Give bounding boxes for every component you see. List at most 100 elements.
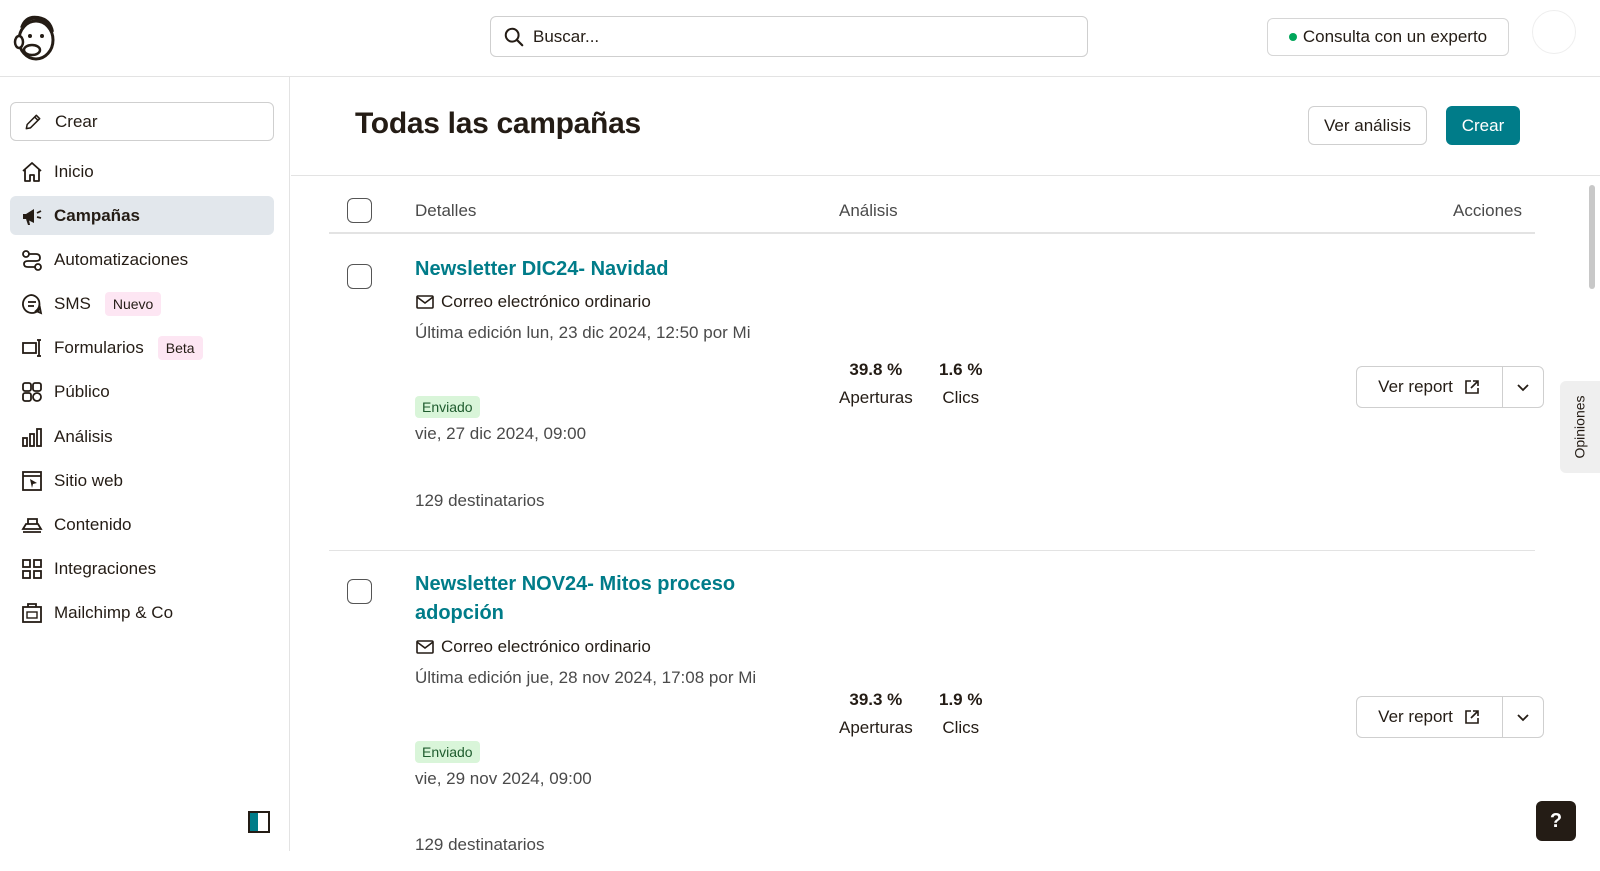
sidebar-item-label: Mailchimp & Co — [54, 603, 174, 623]
column-header-actions: Acciones — [1453, 201, 1522, 220]
sidebar: Crear Inicio Campañas Automatizaciones S… — [0, 77, 290, 851]
report-options-dropdown[interactable] — [1503, 367, 1543, 407]
sidebar-item-label: Campañas — [54, 205, 140, 225]
sidebar-item-label: Público — [54, 382, 110, 402]
sms-icon — [22, 294, 43, 315]
forms-icon — [22, 339, 41, 358]
envelope-icon — [416, 295, 434, 309]
sidebar-item-formularios[interactable]: Formularios Beta — [10, 329, 274, 368]
content-icon — [21, 518, 43, 533]
sidebar-create-button[interactable]: Crear — [10, 102, 274, 141]
scrollbar-thumb[interactable] — [1589, 185, 1595, 289]
table-header: Detalles Análisis Acciones — [329, 187, 1535, 234]
report-options-dropdown[interactable] — [1503, 697, 1543, 737]
last-edited: Última edición lun, 23 dic 2024, 12:50 p… — [415, 323, 751, 342]
table-row: Newsletter DIC24- Navidad Correo electró… — [329, 236, 1544, 551]
opens-metric: 39.3 % Aperturas — [839, 690, 913, 738]
header-divider — [291, 175, 1600, 176]
recipients-count: 129 destinatarios — [415, 835, 545, 854]
sidebar-item-campanas[interactable]: Campañas — [10, 196, 274, 236]
clicks-value: 1.9 % — [939, 690, 983, 709]
view-analysis-button[interactable]: Ver análisis — [1308, 106, 1427, 145]
opens-value: 39.8 % — [849, 360, 903, 379]
status-badge: Enviado — [415, 741, 480, 763]
new-badge: Nuevo — [104, 292, 162, 317]
view-report-button[interactable]: Ver report — [1357, 367, 1503, 407]
sent-date: vie, 27 dic 2024, 09:00 — [415, 424, 587, 443]
report-button-group: Ver report — [1356, 366, 1544, 408]
feedback-tab[interactable]: Opiniones — [1560, 381, 1600, 473]
consult-expert-label: Consulta con un experto — [1302, 27, 1488, 46]
row-checkbox[interactable] — [347, 264, 372, 289]
clicks-metric: 1.6 % Clics — [939, 360, 982, 408]
select-all-checkbox[interactable] — [347, 198, 372, 223]
chevron-down-icon — [1517, 714, 1529, 722]
opens-value: 39.3 % — [849, 690, 903, 709]
table-row: Newsletter NOV24- Mitos proceso adopción… — [329, 551, 1544, 871]
sidebar-item-integraciones[interactable]: Integraciones — [10, 550, 274, 589]
column-header-analysis: Análisis — [839, 201, 898, 220]
sent-date: vie, 29 nov 2024, 09:00 — [415, 769, 592, 788]
chevron-down-icon — [1517, 384, 1529, 392]
view-report-label: Ver report — [1378, 377, 1453, 396]
sidebar-item-inicio[interactable]: Inicio — [10, 152, 274, 191]
sidebar-item-label: Automatizaciones — [54, 249, 189, 269]
sidebar-item-contenido[interactable]: Contenido — [10, 506, 274, 545]
sidebar-item-sitio-web[interactable]: Sitio web — [10, 461, 274, 500]
campaign-type-label: Correo electrónico ordinario — [441, 637, 651, 656]
campaign-type-label: Correo electrónico ordinario — [441, 292, 651, 311]
row-checkbox[interactable] — [347, 579, 372, 604]
avatar[interactable] — [1532, 10, 1576, 54]
collapse-sidebar-icon[interactable] — [248, 811, 270, 833]
view-report-label: Ver report — [1378, 707, 1453, 726]
search-input[interactable] — [533, 26, 1073, 47]
sidebar-item-label: SMS — [54, 294, 91, 314]
sidebar-item-label: Análisis — [54, 426, 113, 446]
sidebar-item-analisis[interactable]: Análisis — [10, 417, 274, 456]
megaphone-icon — [23, 208, 42, 225]
sidebar-item-label: Formularios — [54, 338, 144, 358]
search-icon — [504, 27, 524, 46]
campaign-title-line: adopción — [415, 602, 504, 624]
campaign-type: Correo electrónico ordinario — [415, 292, 651, 312]
sidebar-item-sms[interactable]: SMS Nuevo — [10, 285, 274, 324]
pencil-icon — [25, 114, 41, 129]
campaign-title-link[interactable]: Newsletter NOV24- Mitos proceso adopción — [415, 570, 735, 628]
mailchimp-co-icon — [22, 603, 42, 624]
recipients-count: 129 destinatarios — [415, 491, 545, 510]
website-icon — [22, 470, 42, 491]
home-icon — [22, 161, 42, 182]
external-link-icon — [1465, 710, 1479, 724]
column-header-details: Detalles — [415, 201, 477, 220]
sidebar-item-label: Contenido — [54, 515, 132, 534]
sidebar-item-automatizaciones[interactable]: Automatizaciones — [10, 240, 274, 279]
sidebar-item-mailchimp-co[interactable]: Mailchimp & Co — [10, 594, 274, 633]
clicks-metric: 1.9 % Clics — [939, 690, 982, 738]
report-button-group: Ver report — [1356, 696, 1544, 738]
clicks-value: 1.6 % — [939, 360, 983, 379]
main-content: Todas las campañas Ver análisis Crear De… — [291, 77, 1600, 854]
create-campaign-button[interactable]: Crear — [1446, 106, 1520, 145]
search-box[interactable] — [490, 16, 1088, 57]
integrations-icon — [22, 559, 42, 580]
online-status-dot — [1288, 33, 1297, 41]
opens-label: Aperturas — [839, 718, 913, 737]
sidebar-nav: Inicio Campañas Automatizaciones SMS Nue… — [10, 152, 274, 638]
status-badge: Enviado — [415, 396, 480, 418]
feedback-tab-label: Opiniones — [1572, 395, 1589, 459]
consult-expert-button[interactable]: Consulta con un experto — [1267, 18, 1509, 56]
sidebar-item-label: Inicio — [54, 161, 94, 181]
mailchimp-logo-icon[interactable] — [12, 14, 58, 62]
envelope-icon — [416, 640, 434, 654]
sidebar-item-label: Sitio web — [54, 470, 123, 490]
help-button[interactable]: ? — [1536, 801, 1576, 841]
view-report-button[interactable]: Ver report — [1357, 697, 1503, 737]
automation-icon — [22, 249, 42, 271]
clicks-label: Clics — [942, 388, 980, 407]
campaign-type: Correo electrónico ordinario — [415, 637, 651, 657]
campaign-title-link[interactable]: Newsletter DIC24- Navidad — [415, 255, 668, 284]
sidebar-item-publico[interactable]: Público — [10, 373, 274, 412]
analytics-icon — [22, 427, 42, 447]
external-link-icon — [1465, 380, 1479, 394]
campaign-title-line: Newsletter NOV24- Mitos proceso — [415, 573, 736, 595]
